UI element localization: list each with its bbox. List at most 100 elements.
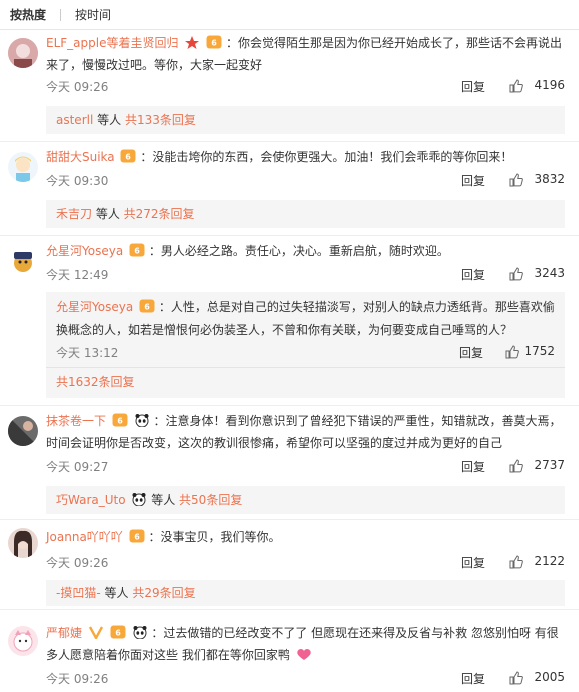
comment-username[interactable]: Joanna吖吖吖 — [46, 530, 123, 544]
avatar[interactable] — [8, 152, 38, 182]
avatar[interactable] — [8, 416, 38, 446]
heart-icon — [296, 649, 311, 660]
comment-time: 今天 09:27 — [46, 460, 109, 474]
comment-username[interactable]: 甜甜大Suika — [46, 150, 115, 164]
sub-replies[interactable]: 禾吉刀 等人 共272条回复 — [46, 200, 565, 228]
v-verified-icon — [88, 626, 103, 639]
sub-reply-total[interactable]: 共133条回复 — [125, 113, 196, 127]
sub-reply-mid: 等人 — [93, 113, 125, 127]
panda-icon — [135, 414, 149, 427]
comment-time: 今天 09:30 — [46, 174, 109, 188]
sub-replies-summary: asterll 等人 共133条回复 — [56, 106, 196, 134]
comment-separator: ： — [153, 414, 166, 428]
comment-body: Joanna吖吖吖 ：没事宝贝，我们等你。 — [46, 526, 565, 548]
vip-badge-icon — [112, 413, 128, 427]
sub-reply-time: 今天 13:12 — [56, 346, 119, 360]
sub-reply-total[interactable]: 共1632条回复 — [56, 375, 135, 389]
comment-separator: ： — [140, 150, 153, 164]
sub-replies[interactable]: -摸凹猫- 等人 共29条回复 — [46, 580, 565, 606]
comment-time: 今天 09:26 — [46, 80, 109, 94]
comment-item: 甜甜大Suika ：没能击垮你的东西，会使你更强大。加油！我们会乖乖的等你回来！… — [0, 142, 579, 236]
sub-reply-users[interactable]: -摸凹猫- — [56, 586, 101, 600]
comment-meta: 今天 12:49 回复 3243 — [46, 266, 565, 284]
reply-button[interactable]: 回复 — [461, 172, 485, 189]
sub-reply-separator: ： — [158, 300, 171, 314]
comment-meta: 今天 09:26 回复 4196 — [46, 78, 565, 96]
sub-replies-summary: 共1632条回复 — [56, 368, 135, 396]
comment-time: 今天 09:26 — [46, 556, 109, 570]
sub-replies-summary: -摸凹猫- 等人 共29条回复 — [56, 580, 196, 606]
sub-reply-total[interactable]: 共50条回复 — [179, 493, 242, 507]
comment-item: 允星河Yoseya ：男人必经之路。责任心，决心。重新启航，随时欢迎。 今天 1… — [0, 236, 579, 406]
panda-icon — [133, 626, 146, 639]
reply-button[interactable]: 回复 — [459, 344, 483, 361]
sub-reply-mid: 等人 — [147, 493, 180, 507]
sub-replies-summary: 巧Wara_Uto 等人 共50条回复 — [56, 486, 242, 514]
like-count: 2122 — [534, 554, 565, 568]
comment-body: 甜甜大Suika ：没能击垮你的东西，会使你更强大。加油！我们会乖乖的等你回来！ — [46, 146, 565, 168]
comment-username[interactable]: 允星河Yoseya — [46, 244, 123, 258]
sub-reply-users[interactable]: 巧Wara_Uto — [56, 493, 126, 507]
like-icon[interactable] — [505, 345, 519, 359]
sub-replies[interactable]: 巧Wara_Uto 等人 共50条回复 — [46, 486, 565, 514]
like-icon[interactable] — [509, 173, 523, 187]
like-count: 2005 — [534, 670, 565, 684]
comment-meta: 今天 09:30 回复 3832 — [46, 172, 565, 190]
tab-by-time[interactable]: 按时间 — [71, 6, 115, 23]
comment-body: 允星河Yoseya ：男人必经之路。责任心，决心。重新启航，随时欢迎。 — [46, 240, 565, 262]
comment-body: 严郁婕 ：过去做错的已经改变不了了 但愿现在还来得及反省与补救 忽悠别怕呀 有很… — [46, 622, 565, 666]
comment-separator: ： — [225, 36, 238, 50]
tab-by-hot[interactable]: 按热度 — [6, 6, 50, 23]
vip-badge-icon — [110, 625, 126, 639]
comment-meta: 今天 09:27 回复 2737 — [46, 458, 565, 476]
top-sub-reply: 允星河Yoseya ：人性，总是对自己的过失轻描淡写，对别人的缺点力透纸背。那些… — [46, 292, 565, 368]
vip-badge-icon — [129, 243, 145, 257]
like-count: 3832 — [534, 172, 565, 186]
avatar[interactable] — [8, 528, 38, 558]
comment-body: ELF_apple等着圭贤回归 ：你会觉得陌生那是因为你已经开始成长了，那些话不… — [46, 32, 565, 76]
sub-replies-summary: 禾吉刀 等人 共272条回复 — [56, 200, 195, 228]
comment-username[interactable]: ELF_apple等着圭贤回归 — [46, 36, 178, 50]
comment-meta: 今天 09:26 回复 2005 — [46, 670, 565, 688]
sub-reply-mid: 等人 — [100, 586, 133, 600]
like-icon[interactable] — [509, 671, 523, 685]
like-count: 1752 — [524, 344, 555, 358]
reply-button[interactable]: 回复 — [461, 458, 485, 475]
sub-reply-body: 允星河Yoseya ：人性，总是对自己的过失轻描淡写，对别人的缺点力透纸背。那些… — [56, 296, 555, 342]
reply-button[interactable]: 回复 — [461, 266, 485, 283]
sub-reply-username[interactable]: 允星河Yoseya — [56, 300, 133, 314]
vip-badge-icon — [139, 299, 155, 313]
like-icon[interactable] — [509, 459, 523, 473]
comment-time: 今天 09:26 — [46, 672, 109, 686]
comment-item: ELF_apple等着圭贤回归 ：你会觉得陌生那是因为你已经开始成长了，那些话不… — [0, 30, 579, 142]
sub-reply-total[interactable]: 共29条回复 — [132, 586, 195, 600]
avatar[interactable] — [8, 246, 38, 276]
comment-item: 严郁婕 ：过去做错的已经改变不了了 但愿现在还来得及反省与补救 忽悠别怕呀 有很… — [0, 610, 579, 692]
comment-item: Joanna吖吖吖 ：没事宝贝，我们等你。 今天 09:26 回复 2122 -… — [0, 520, 579, 610]
like-icon[interactable] — [509, 267, 523, 281]
comment-username[interactable]: 抹茶卷一下 — [46, 414, 106, 428]
reply-button[interactable]: 回复 — [461, 554, 485, 571]
comment-text: 没能击垮你的东西，会使你更强大。加油！我们会乖乖的等你回来！ — [152, 150, 513, 164]
comment-time: 今天 12:49 — [46, 268, 109, 282]
vip-badge-icon — [129, 529, 145, 543]
reply-button[interactable]: 回复 — [461, 670, 485, 687]
like-count: 4196 — [534, 78, 565, 92]
panda-icon — [132, 493, 146, 506]
like-icon[interactable] — [509, 555, 523, 569]
avatar[interactable] — [8, 626, 38, 656]
like-count: 2737 — [534, 458, 565, 472]
sort-tabs: 按热度 按时间 — [0, 0, 579, 30]
reply-button[interactable]: 回复 — [461, 78, 485, 95]
vip-badge-icon — [206, 35, 222, 49]
sub-reply-total[interactable]: 共272条回复 — [124, 207, 195, 221]
like-icon[interactable] — [509, 79, 523, 93]
comment-meta: 今天 09:26 回复 2122 — [46, 554, 565, 572]
comment-item: 抹茶卷一下 ：注意身体！看到你意识到了曾经犯下错误的严重性，知错就改，善莫大焉，… — [0, 406, 579, 520]
sub-replies[interactable]: asterll 等人 共133条回复 — [46, 106, 565, 134]
sub-reply-mid: 等人 — [92, 207, 124, 221]
comment-username[interactable]: 严郁婕 — [46, 626, 82, 640]
sub-reply-users[interactable]: asterll — [56, 113, 93, 127]
sub-reply-users[interactable]: 禾吉刀 — [56, 207, 92, 221]
avatar[interactable] — [8, 38, 38, 68]
